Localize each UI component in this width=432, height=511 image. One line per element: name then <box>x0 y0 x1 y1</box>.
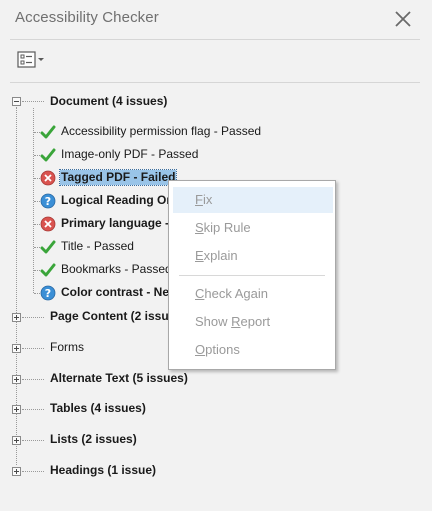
item-tagged-pdf[interactable]: Tagged PDF - Failed <box>58 169 178 186</box>
tree-connector <box>22 101 44 102</box>
svg-text:?: ? <box>45 287 51 300</box>
accessibility-checker-panel: Accessibility Checker Document (4 issues… <box>0 0 432 511</box>
failed-x-icon <box>40 170 56 186</box>
lists-expander[interactable] <box>12 436 21 445</box>
menu-label: kip Rule <box>203 220 251 235</box>
group-alternate-text[interactable]: Alternate Text (5 issues) <box>50 371 188 386</box>
check-icon <box>40 125 56 139</box>
tree-connector <box>22 409 44 410</box>
tree-connector <box>22 348 44 349</box>
menu-label: eport <box>240 314 271 329</box>
menu-mnemonic: R <box>231 314 241 329</box>
menu-item-skip-rule[interactable]: Skip Rule <box>173 215 333 241</box>
tree-connector <box>22 440 44 441</box>
menu-label: ix <box>202 192 213 207</box>
question-icon: ? <box>40 193 56 209</box>
document-expander[interactable] <box>12 97 21 106</box>
question-icon: ? <box>40 285 56 301</box>
group-tables[interactable]: Tables (4 issues) <box>50 401 146 416</box>
menu-mnemonic: C <box>195 286 205 301</box>
check-icon <box>40 263 56 277</box>
alternate-text-expander[interactable] <box>12 375 21 384</box>
tables-expander[interactable] <box>12 405 21 414</box>
menu-label: heck Again <box>204 286 268 301</box>
menu-mnemonic: E <box>195 248 204 263</box>
menu-mnemonic: O <box>195 342 206 357</box>
menu-label: Show <box>195 314 232 329</box>
svg-text:?: ? <box>45 195 51 208</box>
menu-mnemonic: F <box>195 192 203 207</box>
headings-expander[interactable] <box>12 467 21 476</box>
item-bookmarks[interactable]: Bookmarks - Passed <box>61 262 172 277</box>
menu-item-fix[interactable]: Fix <box>173 187 333 213</box>
tree-connector <box>22 379 44 380</box>
failed-x-icon <box>40 216 56 232</box>
menu-separator <box>179 275 325 276</box>
menu-item-explain[interactable]: Explain <box>173 243 333 269</box>
tree-connector <box>22 317 44 318</box>
menu-item-options[interactable]: Options <box>173 337 333 363</box>
forms-expander[interactable] <box>12 344 21 353</box>
group-forms[interactable]: Forms <box>50 340 84 355</box>
check-icon <box>40 240 56 254</box>
tree-connector <box>22 471 44 472</box>
item-primary-language[interactable]: Primary language - <box>61 216 169 231</box>
group-page-content[interactable]: Page Content (2 issue <box>50 309 175 324</box>
item-logical-reading-order[interactable]: Logical Reading Ord <box>61 193 178 208</box>
group-lists[interactable]: Lists (2 issues) <box>50 432 137 447</box>
group-document[interactable]: Document (4 issues) <box>50 94 167 109</box>
menu-mnemonic: S <box>195 220 204 235</box>
item-title[interactable]: Title - Passed <box>61 239 134 254</box>
menu-item-check-again[interactable]: Check Again <box>173 281 333 307</box>
group-headings[interactable]: Headings (1 issue) <box>50 463 156 478</box>
item-color-contrast[interactable]: Color contrast - Ne <box>61 285 169 300</box>
item-image-only-pdf[interactable]: Image-only PDF - Passed <box>61 147 198 162</box>
page-content-expander[interactable] <box>12 313 21 322</box>
menu-label: xplain <box>203 248 238 263</box>
context-menu: Fix Skip Rule Explain Check Again Show R… <box>168 180 336 370</box>
item-accessibility-permission-flag[interactable]: Accessibility permission flag - Passed <box>61 124 261 139</box>
menu-label: ptions <box>205 342 240 357</box>
check-icon <box>40 148 56 162</box>
menu-item-show-report[interactable]: Show Report <box>173 309 333 335</box>
